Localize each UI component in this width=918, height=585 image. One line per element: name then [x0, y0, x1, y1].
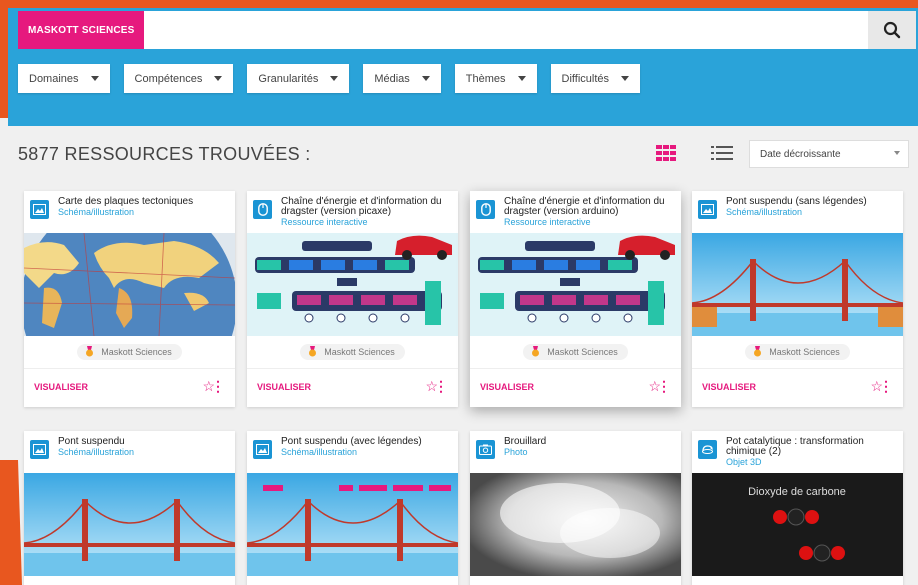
resource-card: Pot catalytique : transformation chimiqu…: [692, 431, 903, 585]
resource-card: Carte des plaques tectoniques Schéma/illu…: [24, 191, 235, 407]
filter-label: Thèmes: [465, 72, 506, 85]
image-icon: [698, 200, 717, 219]
visualize-button[interactable]: VISUALISER: [480, 382, 534, 392]
more-options-icon[interactable]: ⋮: [657, 379, 671, 393]
mouse-icon: [476, 200, 495, 219]
list-view-icon[interactable]: [711, 146, 733, 160]
resource-card: Pont suspendu (sans légendes) Schéma/illu…: [692, 191, 903, 407]
medal-icon: [754, 346, 762, 357]
card-subtitle: Ressource interactive: [504, 217, 591, 227]
source-badge: Maskott Sciences: [745, 344, 850, 360]
card-title[interactable]: Pont suspendu (sans légendes) Schéma/illu…: [726, 197, 898, 218]
resource-card: Brouillard Photo: [470, 431, 681, 585]
orange-top-border: [0, 0, 918, 8]
card-thumbnail[interactable]: [24, 233, 235, 336]
brand-label[interactable]: MASKOTT SCIENCES: [18, 11, 144, 49]
camera-icon: [476, 440, 495, 459]
more-options-icon[interactable]: ⋮: [434, 379, 448, 393]
filter-label: Domaines: [29, 72, 79, 85]
card-subtitle: Schéma/illustration: [58, 447, 135, 457]
card-title[interactable]: Brouillard Photo: [504, 437, 676, 458]
medal-icon: [86, 346, 94, 357]
resource-card: Chaîne d'énergie et d'information du dra…: [470, 191, 681, 407]
more-options-icon[interactable]: ⋮: [211, 379, 225, 393]
caret-down-icon: [330, 76, 339, 81]
resource-card: Chaîne d'énergie et d'information du dra…: [247, 191, 458, 407]
card-subtitle: Schéma/illustration: [281, 447, 358, 457]
card-subtitle: Schéma/illustration: [58, 207, 135, 217]
card-thumbnail[interactable]: [24, 473, 235, 576]
card-thumbnail[interactable]: [692, 233, 903, 336]
search-button[interactable]: [868, 11, 916, 49]
image-icon: [30, 200, 49, 219]
search-bar: MASKOTT SCIENCES: [18, 11, 916, 49]
card-title[interactable]: Carte des plaques tectoniques Schéma/illu…: [58, 197, 230, 218]
mouse-icon: [253, 200, 272, 219]
visualize-button[interactable]: VISUALISER: [702, 382, 756, 392]
filter-label: Compétences: [134, 72, 203, 85]
caret-down-icon: [421, 76, 430, 81]
filter-themes[interactable]: Thèmes: [454, 64, 537, 93]
filter-granularites[interactable]: Granularités: [247, 64, 350, 93]
visualize-button[interactable]: VISUALISER: [34, 382, 88, 392]
source-badge: Maskott Sciences: [523, 344, 628, 360]
filter-difficultes[interactable]: Difficultés: [550, 64, 641, 93]
sort-select[interactable]: Date décroissante: [749, 140, 909, 168]
caret-down-icon: [621, 76, 630, 81]
medal-icon: [309, 346, 317, 357]
sort-value: Date décroissante: [760, 148, 841, 160]
caret-down-icon: [214, 76, 223, 81]
resource-card: Pont suspendu Schéma/illustration: [24, 431, 235, 585]
orange-left-border: [0, 0, 8, 118]
card-subtitle: Objet 3D: [726, 457, 762, 467]
header: MASKOTT SCIENCES Domaines Compétences Gr…: [8, 8, 918, 126]
card-title[interactable]: Pont suspendu Schéma/illustration: [58, 437, 230, 458]
source-badge: Maskott Sciences: [300, 344, 405, 360]
card-thumbnail[interactable]: [470, 233, 681, 336]
resource-card: Pont suspendu (avec légendes) Schéma/illu…: [247, 431, 458, 585]
medal-icon: [532, 346, 540, 357]
results-count-title: 5877 RESSOURCES TROUVÉES :: [18, 144, 311, 164]
3d-object-icon: [698, 440, 717, 459]
card-title[interactable]: Pont suspendu (avec légendes) Schéma/illu…: [281, 437, 453, 458]
card-thumbnail[interactable]: [247, 233, 458, 336]
source-badge: Maskott Sciences: [77, 344, 182, 360]
more-options-icon[interactable]: ⋮: [879, 379, 893, 393]
visualize-button[interactable]: VISUALISER: [257, 382, 311, 392]
filter-competences[interactable]: Compétences: [123, 64, 234, 93]
search-input[interactable]: [148, 11, 858, 49]
grid-view-icon[interactable]: [656, 145, 676, 161]
orange-decoration: [0, 460, 22, 585]
filter-label: Granularités: [258, 72, 319, 85]
filter-label: Médias: [374, 72, 410, 85]
filter-bar: Domaines Compétences Granularités Médias…: [18, 64, 641, 93]
search-icon: [883, 21, 901, 39]
card-thumbnail[interactable]: Dioxyde de carbone: [692, 473, 903, 576]
image-icon: [253, 440, 272, 459]
filter-medias[interactable]: Médias: [363, 64, 441, 93]
card-title[interactable]: Chaîne d'énergie et d'information du dra…: [281, 197, 453, 228]
card-thumbnail[interactable]: [247, 473, 458, 576]
card-title[interactable]: Chaîne d'énergie et d'information du dra…: [504, 197, 676, 228]
card-subtitle: Photo: [504, 447, 528, 457]
card-title[interactable]: Pot catalytique : transformation chimiqu…: [726, 437, 898, 468]
filter-label: Difficultés: [561, 72, 610, 85]
card-subtitle: Schéma/illustration: [726, 207, 803, 217]
molecule-label: Dioxyde de carbone: [748, 486, 846, 498]
caret-down-icon: [894, 151, 900, 155]
filter-domaines[interactable]: Domaines: [18, 64, 110, 93]
caret-down-icon: [517, 76, 526, 81]
card-thumbnail[interactable]: [470, 473, 681, 576]
image-icon: [30, 440, 49, 459]
caret-down-icon: [90, 76, 99, 81]
card-subtitle: Ressource interactive: [281, 217, 368, 227]
